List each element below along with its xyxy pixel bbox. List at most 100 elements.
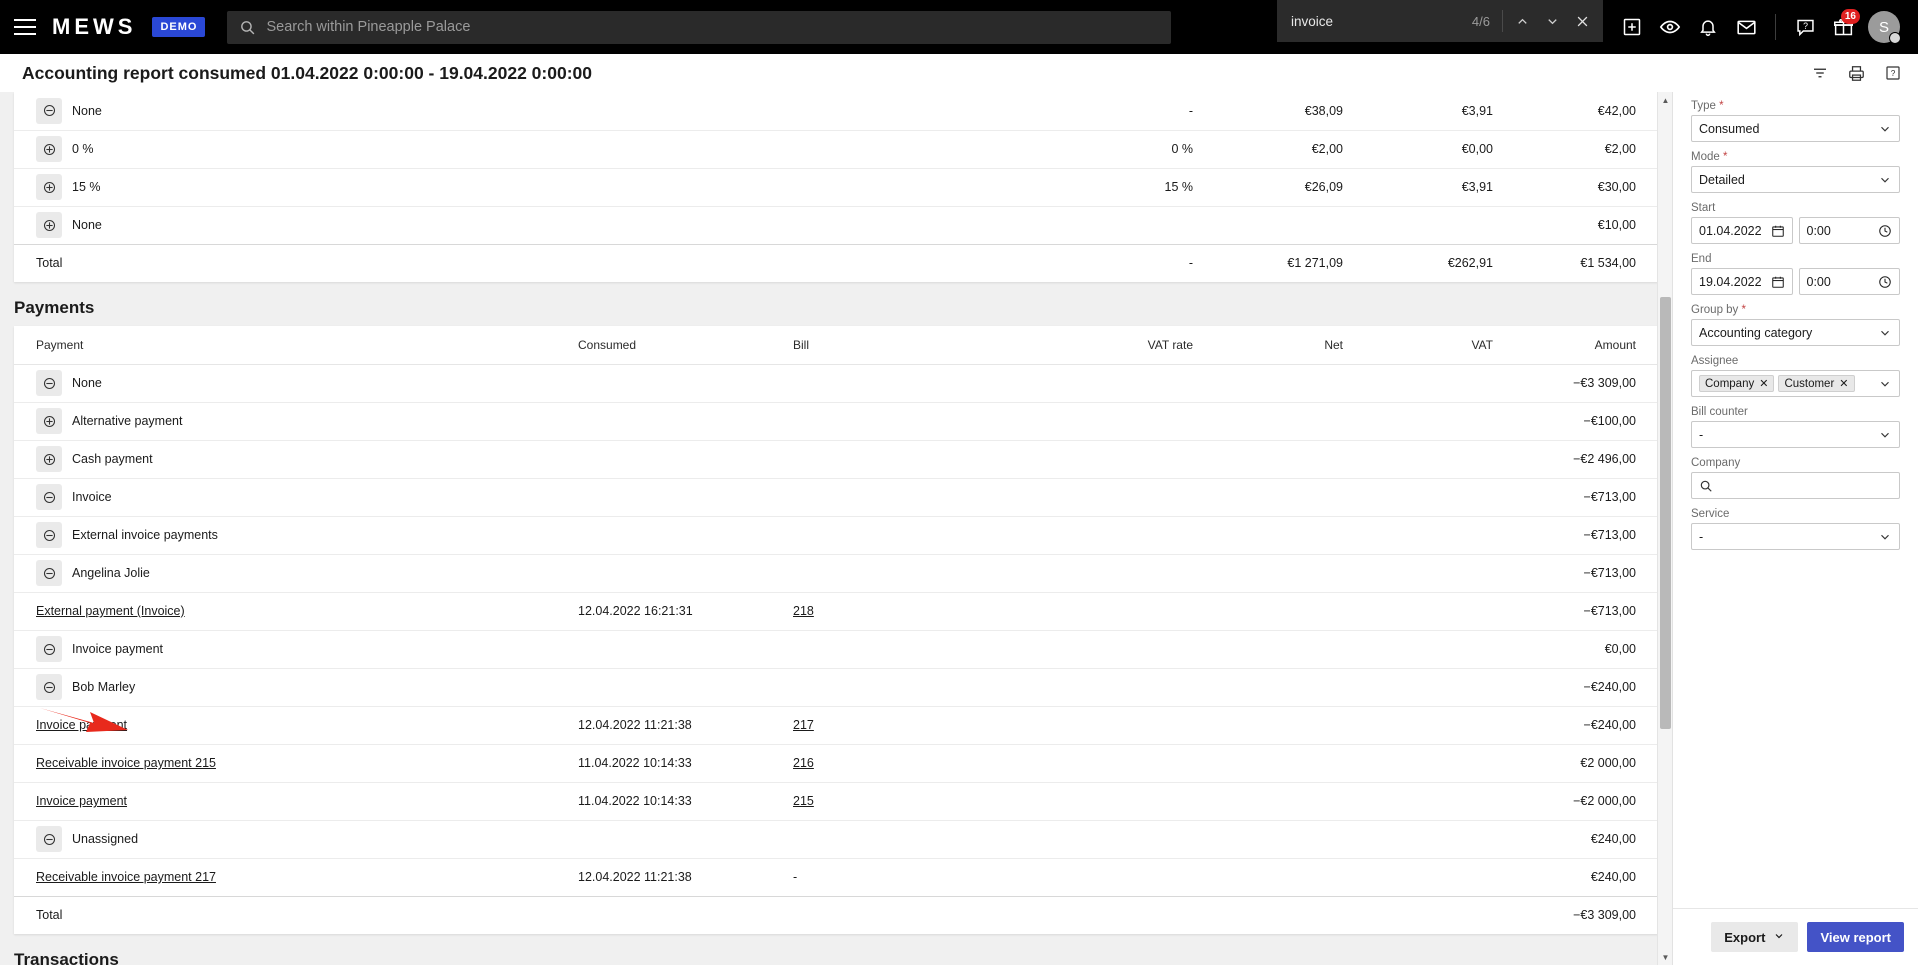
bell-icon[interactable] (1689, 0, 1727, 54)
payments-vat-cell (1343, 858, 1493, 896)
bill-link[interactable]: 216 (793, 756, 814, 770)
table-row[interactable]: Bob Marley −€240,00 (14, 668, 1658, 706)
calendar-icon[interactable] (1771, 275, 1785, 289)
payments-amount-cell: −€713,00 (1583, 528, 1636, 542)
mail-icon[interactable] (1727, 0, 1765, 54)
collapse-icon[interactable] (36, 522, 62, 548)
table-row[interactable]: Invoice −€713,00 (14, 478, 1658, 516)
collapse-icon[interactable] (36, 636, 62, 662)
payments-col-bill[interactable]: Bill (793, 326, 1028, 365)
expand-icon[interactable] (36, 136, 62, 162)
calendar-icon[interactable] (1771, 224, 1785, 238)
main-menu-button[interactable] (14, 19, 36, 35)
expand-icon[interactable] (36, 408, 62, 434)
table-row[interactable]: Unassigned €240,00 (14, 820, 1658, 858)
mode-select[interactable]: Detailed (1691, 166, 1900, 193)
payments-col-vat[interactable]: VAT (1343, 326, 1493, 365)
payments-row-link[interactable]: Invoice payment (36, 794, 127, 808)
payments-name-cell: Invoice payment (14, 782, 578, 820)
start-time-input[interactable]: 0:00 (1798, 217, 1900, 244)
collapse-icon[interactable] (36, 370, 62, 396)
assignee-chip-company[interactable]: Company ✕ (1699, 375, 1775, 392)
find-close-icon[interactable] (1567, 6, 1597, 36)
table-row[interactable]: Invoice payment 11.04.2022 10:14:33 215 −€2… (14, 782, 1658, 820)
user-avatar-button[interactable]: S (1862, 0, 1906, 54)
find-next-icon[interactable] (1537, 6, 1567, 36)
collapse-icon[interactable] (36, 484, 62, 510)
end-date-input[interactable]: 19.04.2022 (1691, 268, 1793, 295)
table-row[interactable]: Invoice payment 12.04.2022 11:21:38 217 −€2… (14, 706, 1658, 744)
payments-col-payment[interactable]: Payment (14, 326, 578, 365)
payments-vatrate-cell (1028, 364, 1193, 402)
payments-vatrate-cell (1028, 668, 1193, 706)
bill-counter-select[interactable]: - (1691, 421, 1900, 448)
scroll-up-arrow-icon[interactable]: ▲ (1658, 92, 1673, 108)
table-row[interactable]: 0 % 0 % €2,00 €0,00 €2,00 (14, 130, 1658, 168)
remove-chip-icon[interactable]: ✕ (1839, 377, 1848, 390)
export-button[interactable]: Export (1711, 922, 1799, 952)
payments-row-link[interactable]: Invoice payment (36, 718, 127, 732)
report-scroll-area[interactable]: None - €38,09 €3,91 €42,00 0 % 0 % €2,00 €0,00 €2… (0, 92, 1672, 965)
find-previous-icon[interactable] (1507, 6, 1537, 36)
collapse-icon[interactable] (36, 97, 62, 124)
table-row[interactable]: Alternative payment −€100,00 (14, 402, 1658, 440)
remove-chip-icon[interactable]: ✕ (1759, 377, 1768, 390)
table-row[interactable]: None €10,00 (14, 206, 1658, 244)
payments-row-link[interactable]: Receivable invoice payment 215 (36, 756, 216, 770)
table-row[interactable]: Receivable invoice payment 217 12.04.2022… (14, 858, 1658, 896)
help-chat-icon[interactable]: ? (1786, 0, 1824, 54)
table-row[interactable]: External payment (Invoice) 12.04.2022 16:… (14, 592, 1658, 630)
collapse-icon[interactable] (36, 826, 62, 852)
find-query-text[interactable]: invoice (1291, 14, 1472, 29)
payments-row-link[interactable]: External payment (Invoice) (36, 604, 185, 618)
global-search-input[interactable]: Search within Pineapple Palace (227, 10, 1172, 44)
clock-icon[interactable] (1878, 224, 1892, 238)
type-select[interactable]: Consumed (1691, 115, 1900, 142)
bill-link[interactable]: 215 (793, 794, 814, 808)
payments-col-amount[interactable]: Amount (1493, 326, 1658, 365)
accounting-category-table: None - €38,09 €3,91 €42,00 0 % 0 % €2,00 €0,00 €2… (14, 92, 1658, 282)
bill-link[interactable]: 218 (793, 604, 814, 618)
field-company: Company (1691, 457, 1900, 499)
group-by-select[interactable]: Accounting category (1691, 319, 1900, 346)
company-search-input[interactable] (1691, 472, 1900, 499)
end-time-input[interactable]: 0:00 (1798, 268, 1900, 295)
assignee-multiselect[interactable]: Company ✕ Customer ✕ (1691, 370, 1900, 397)
payments-amount-cell: −€713,00 (1583, 490, 1636, 504)
expand-icon[interactable] (36, 446, 62, 472)
report-scrollbar[interactable]: ▲ ▼ (1657, 92, 1672, 965)
assignee-chip-customer[interactable]: Customer ✕ (1778, 375, 1855, 392)
payments-bill-cell (793, 554, 1028, 592)
scrollbar-thumb[interactable] (1660, 297, 1671, 729)
eye-icon[interactable] (1651, 0, 1689, 54)
accounting-category-rows: None - €38,09 €3,91 €42,00 0 % 0 % €2,00 €0,00 €2… (14, 92, 1658, 282)
accounting-amount-cell: €2,00 (1604, 142, 1636, 156)
scroll-down-arrow-icon[interactable]: ▼ (1658, 949, 1673, 965)
payments-col-vatrate[interactable]: VAT rate (1028, 326, 1193, 365)
expand-icon[interactable] (36, 212, 62, 238)
table-row[interactable]: External invoice payments −€713,00 (14, 516, 1658, 554)
table-row[interactable]: Angelina Jolie −€713,00 (14, 554, 1658, 592)
plus-box-icon[interactable] (1613, 0, 1651, 54)
table-row[interactable]: Cash payment −€2 496,00 (14, 440, 1658, 478)
clock-icon[interactable] (1878, 275, 1892, 289)
table-row[interactable]: None - €38,09 €3,91 €42,00 (14, 92, 1658, 130)
table-row[interactable]: Invoice payment €0,00 (14, 630, 1658, 668)
gift-icon[interactable]: 16 (1824, 0, 1862, 54)
table-row[interactable]: None −€3 309,00 (14, 364, 1658, 402)
payments-row-link[interactable]: Receivable invoice payment 217 (36, 870, 216, 884)
table-row[interactable]: Receivable invoice payment 215 11.04.2022… (14, 744, 1658, 782)
print-icon[interactable] (1847, 64, 1866, 83)
payments-col-net[interactable]: Net (1193, 326, 1343, 365)
collapse-icon[interactable] (36, 560, 62, 586)
expand-icon[interactable] (36, 174, 62, 200)
collapse-icon[interactable] (36, 674, 62, 700)
table-row[interactable]: 15 % 15 % €26,09 €3,91 €30,00 (14, 168, 1658, 206)
payments-col-consumed[interactable]: Consumed (578, 326, 793, 365)
filter-icon[interactable] (1811, 64, 1829, 82)
view-report-button[interactable]: View report (1807, 922, 1904, 952)
service-select[interactable]: - (1691, 523, 1900, 550)
start-date-input[interactable]: 01.04.2022 (1691, 217, 1793, 244)
bill-link[interactable]: 217 (793, 718, 814, 732)
help-icon[interactable]: ? (1884, 64, 1902, 82)
